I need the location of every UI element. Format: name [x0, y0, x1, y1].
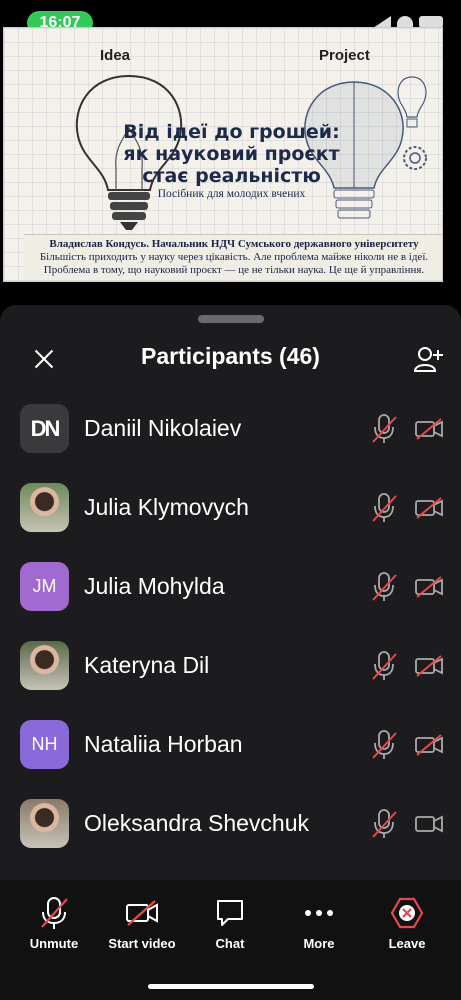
participant-row[interactable]: Julia Klymovych [0, 479, 461, 558]
avatar-photo [20, 799, 69, 848]
participant-row[interactable]: Kateryna Dil [0, 637, 461, 716]
leave-icon [390, 897, 424, 929]
slide-title-line-2: як науковий проєкт [123, 143, 340, 165]
video-off-icon[interactable] [414, 575, 444, 599]
participant-row[interactable]: Oleksandra Shevchuk [0, 795, 461, 874]
slide-footer-author: Владислав Кондусь. Начальник НДЧ Сумсько… [49, 238, 419, 250]
leave-label: Leave [388, 936, 426, 951]
shared-screen-area: 16:07 Idea Project Від ідеї до грошей: я… [0, 0, 461, 295]
slide-title-line-3: стає реальністю [142, 165, 321, 187]
video-off-icon[interactable] [414, 654, 444, 678]
participants-sheet: Participants (46) DN Daniil Nikolaiev Juli… [0, 305, 461, 880]
slide-heading-idea: Idea [100, 47, 131, 64]
participants-header: Participants (46) [0, 337, 461, 381]
participants-title: Participants (46) [141, 343, 320, 369]
participant-name: Nataliia Horban [84, 731, 243, 757]
start-video-button[interactable]: Start video [97, 896, 187, 951]
muted-microphone-icon[interactable] [371, 808, 397, 840]
meeting-toolbar: Unmute Start video Chat More Leave [0, 880, 461, 1000]
participant-name: Julia Klymovych [84, 494, 249, 520]
gear-icon [403, 146, 427, 170]
avatar-initials: JM [32, 576, 57, 596]
participant-name: Julia Mohylda [84, 573, 225, 599]
more-dots-icon [305, 910, 333, 916]
chat-label: Chat [215, 936, 245, 951]
video-camera-icon[interactable] [414, 812, 444, 836]
leave-button[interactable]: Leave [362, 896, 452, 951]
video-off-icon[interactable] [414, 733, 444, 757]
muted-microphone-icon[interactable] [371, 413, 397, 445]
muted-microphone-icon[interactable] [371, 571, 397, 603]
unmute-label: Unmute [29, 936, 79, 951]
slide-footer: Владислав Кондусь. Начальник НДЧ Сумсько… [24, 234, 442, 280]
muted-microphone-icon[interactable] [371, 492, 397, 524]
slide-subtitle: Посібник для молодих вчених [157, 188, 306, 200]
video-off-icon[interactable] [414, 496, 444, 520]
participant-name: Oleksandra Shevchuk [84, 810, 310, 836]
shared-slide[interactable]: Idea Project Від ідеї до грошей: як наук… [3, 27, 443, 282]
avatar-photo [20, 483, 69, 532]
slide-title: Від ідеї до грошей: як науковий проєкт с… [114, 121, 349, 187]
avatar-initials: DN [30, 415, 61, 441]
muted-microphone-icon[interactable] [371, 729, 397, 761]
muted-microphone-icon [41, 897, 68, 929]
more-button[interactable]: More [274, 896, 364, 951]
participant-name: Kateryna Dil [84, 652, 210, 678]
home-indicator[interactable] [148, 984, 314, 989]
avatar: JM [20, 562, 69, 611]
participant-row[interactable]: NH Nataliia Horban [0, 716, 461, 795]
add-participant-icon[interactable] [413, 344, 443, 374]
participant-list[interactable]: DN Daniil Nikolaiev Julia Klymovych JM Julia… [0, 400, 461, 874]
video-off-icon [126, 900, 158, 926]
muted-microphone-icon[interactable] [371, 650, 397, 682]
slide-title-line-1: Від ідеї до грошей: [123, 121, 340, 143]
slide-heading-project: Project [319, 47, 370, 64]
video-off-icon[interactable] [414, 417, 444, 441]
small-blueprint-bulb-icon [397, 76, 427, 128]
slide-footer-line-3: Проблема в тому, що науковий проєкт — це… [43, 264, 425, 276]
avatar-initials: NH [31, 734, 58, 754]
unmute-button[interactable]: Unmute [9, 896, 99, 951]
chat-button[interactable]: Chat [185, 896, 275, 951]
participant-name: Daniil Nikolaiev [84, 415, 242, 441]
chat-bubble-icon [217, 900, 243, 926]
slide-footer-line-2: Більшість приходить у науку через цікаві… [39, 251, 429, 263]
participant-row[interactable]: JM Julia Mohylda [0, 558, 461, 637]
start-video-label: Start video [108, 936, 176, 951]
avatar: DN [20, 404, 69, 453]
more-label: More [303, 936, 335, 951]
sheet-drag-handle[interactable] [198, 315, 264, 323]
avatar: NH [20, 720, 69, 769]
participant-row[interactable]: DN Daniil Nikolaiev [0, 400, 461, 479]
avatar-photo [20, 641, 69, 690]
